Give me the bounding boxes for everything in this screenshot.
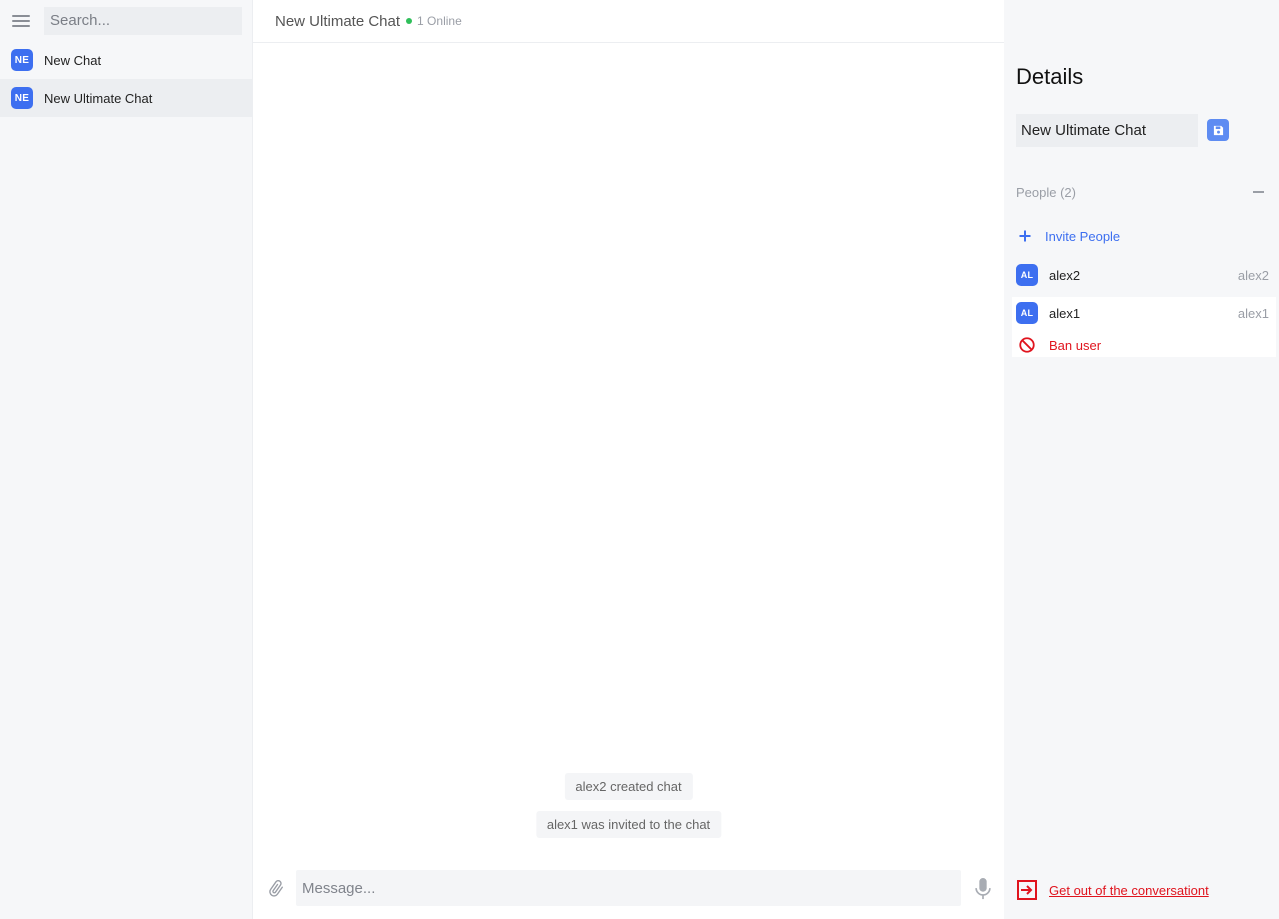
details-panel: Details People (2) Invite People AL alex… [1004,0,1279,919]
system-message: alex2 created chat [564,773,693,800]
invite-people-label: Invite People [1045,228,1121,244]
chat-app: NE New Chat NE New Ultimate Chat New Ult… [0,0,1279,919]
person-row[interactable]: AL alex2 alex2 [1012,256,1275,294]
chat-avatar: NE [11,49,33,71]
person-name: alex2 [1049,267,1081,283]
save-button[interactable] [1207,119,1229,141]
conversation-pane: New Ultimate Chat 1 Online alex2 created… [253,0,1004,919]
online-status-dot [406,18,413,24]
invite-people-button[interactable]: Invite People [1016,225,1120,247]
microphone-icon[interactable] [972,876,994,902]
person-avatar: AL [1016,264,1038,286]
conversation-title: New Ultimate Chat [275,12,401,30]
ban-user-button[interactable]: Ban user [1016,334,1101,356]
plus-icon [1019,230,1031,242]
conversation-header: New Ultimate Chat 1 Online [253,0,1004,43]
chat-list-item-label: New Ultimate Chat [44,90,153,106]
chat-list-item[interactable]: NE New Chat [0,41,252,79]
minus-icon[interactable] [1253,191,1264,193]
leave-conversation-button[interactable]: Get out of the conversationt [1016,878,1209,902]
search-input[interactable] [44,6,242,35]
person-username: alex2 [1237,267,1269,283]
hamburger-menu-icon[interactable] [12,11,32,31]
person-name: alex1 [1049,305,1081,321]
no-entry-icon [1019,337,1035,353]
system-message: alex1 was invited to the chat [535,811,722,838]
chat-name-input[interactable] [1016,114,1198,147]
exit-icon [1017,880,1037,900]
message-composer [253,859,1004,919]
sidebar-toolbar [0,0,252,41]
chat-list-sidebar: NE New Chat NE New Ultimate Chat [0,0,253,919]
chat-list-item-label: New Chat [44,52,102,68]
ban-user-label: Ban user [1049,337,1102,353]
person-avatar: AL [1016,302,1038,324]
chat-avatar: NE [11,87,33,109]
chat-list-item-active[interactable]: NE New Ultimate Chat [0,79,252,117]
message-input[interactable] [296,870,961,906]
online-count: 1 Online [417,14,462,28]
details-title: Details [1016,64,1084,89]
paperclip-icon[interactable] [265,876,287,902]
person-username: alex1 [1237,305,1269,321]
floppy-disk-icon [1213,125,1223,135]
people-section-header: People (2) [1016,185,1076,200]
person-row[interactable]: AL alex1 alex1 [1012,294,1275,332]
leave-conversation-label: Get out of the conversationt [1049,882,1209,898]
